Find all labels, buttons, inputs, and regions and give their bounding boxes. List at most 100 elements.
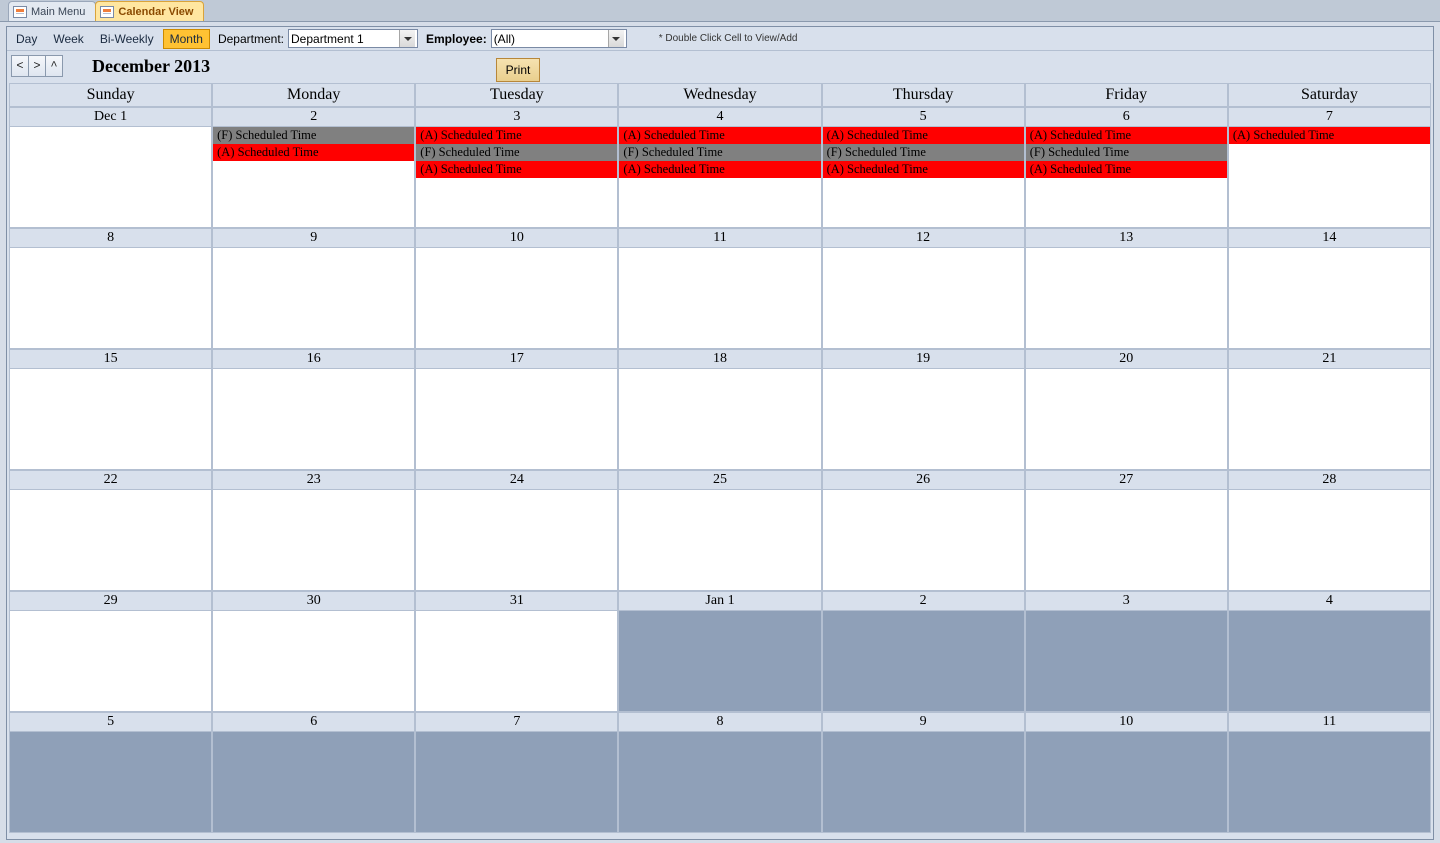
day-cell[interactable]: 28 — [1228, 470, 1431, 591]
day-cell[interactable]: 5 — [9, 712, 212, 833]
day-body[interactable]: (A) Scheduled Time(F) Scheduled Time(A) … — [416, 127, 617, 227]
scheduled-event[interactable]: (A) Scheduled Time — [619, 127, 820, 144]
view-day-button[interactable]: Day — [9, 29, 44, 49]
day-cell[interactable]: 11 — [1228, 712, 1431, 833]
day-body[interactable] — [213, 732, 414, 832]
day-body[interactable] — [10, 732, 211, 832]
day-body[interactable] — [1229, 490, 1430, 590]
day-cell[interactable]: 24 — [415, 470, 618, 591]
day-body[interactable] — [1229, 732, 1430, 832]
scheduled-event[interactable]: (F) Scheduled Time — [213, 127, 414, 144]
day-cell[interactable]: 3(A) Scheduled Time(F) Scheduled Time(A)… — [415, 107, 618, 228]
day-cell[interactable]: 10 — [415, 228, 618, 349]
day-cell[interactable]: 10 — [1025, 712, 1228, 833]
day-body[interactable] — [416, 248, 617, 348]
day-cell[interactable]: 5(A) Scheduled Time(F) Scheduled Time(A)… — [822, 107, 1025, 228]
day-body[interactable] — [213, 248, 414, 348]
day-body[interactable] — [1026, 369, 1227, 469]
day-cell[interactable]: 18 — [618, 349, 821, 470]
scheduled-event[interactable]: (A) Scheduled Time — [416, 161, 617, 178]
day-body[interactable]: (A) Scheduled Time(F) Scheduled Time(A) … — [823, 127, 1024, 227]
day-body[interactable] — [416, 732, 617, 832]
day-cell[interactable]: 13 — [1025, 228, 1228, 349]
day-cell[interactable]: 2 — [822, 591, 1025, 712]
day-body[interactable] — [823, 611, 1024, 711]
day-body[interactable]: (A) Scheduled Time — [1229, 127, 1430, 227]
day-body[interactable] — [1229, 369, 1430, 469]
day-cell[interactable]: 6(A) Scheduled Time(F) Scheduled Time(A)… — [1025, 107, 1228, 228]
day-body[interactable] — [1229, 611, 1430, 711]
day-body[interactable] — [1026, 490, 1227, 590]
day-cell[interactable]: 4(A) Scheduled Time(F) Scheduled Time(A)… — [618, 107, 821, 228]
day-cell[interactable]: 25 — [618, 470, 821, 591]
day-body[interactable] — [619, 732, 820, 832]
day-body[interactable] — [1026, 248, 1227, 348]
day-cell[interactable]: 15 — [9, 349, 212, 470]
employee-select[interactable]: (All) — [491, 29, 627, 48]
day-body[interactable] — [10, 248, 211, 348]
day-cell[interactable]: Dec 1 — [9, 107, 212, 228]
scheduled-event[interactable]: (F) Scheduled Time — [1026, 144, 1227, 161]
prev-month-button[interactable]: < — [11, 55, 29, 77]
view-month-button[interactable]: Month — [163, 29, 210, 49]
day-body[interactable] — [213, 490, 414, 590]
today-button[interactable]: ^ — [45, 55, 63, 77]
scheduled-event[interactable]: (A) Scheduled Time — [416, 127, 617, 144]
scheduled-event[interactable]: (F) Scheduled Time — [619, 144, 820, 161]
day-body[interactable] — [823, 732, 1024, 832]
day-body[interactable] — [823, 369, 1024, 469]
scheduled-event[interactable]: (A) Scheduled Time — [619, 161, 820, 178]
day-cell[interactable]: 6 — [212, 712, 415, 833]
day-cell[interactable]: 2(F) Scheduled Time(A) Scheduled Time — [212, 107, 415, 228]
day-cell[interactable]: 12 — [822, 228, 1025, 349]
scheduled-event[interactable]: (A) Scheduled Time — [213, 144, 414, 161]
day-cell[interactable]: 8 — [9, 228, 212, 349]
day-body[interactable] — [416, 369, 617, 469]
day-cell[interactable]: 20 — [1025, 349, 1228, 470]
scheduled-event[interactable]: (A) Scheduled Time — [1026, 161, 1227, 178]
day-body[interactable]: (F) Scheduled Time(A) Scheduled Time — [213, 127, 414, 227]
print-button[interactable]: Print — [496, 58, 540, 82]
day-body[interactable]: (A) Scheduled Time(F) Scheduled Time(A) … — [619, 127, 820, 227]
day-body[interactable] — [213, 369, 414, 469]
day-cell[interactable]: 30 — [212, 591, 415, 712]
day-cell[interactable]: 31 — [415, 591, 618, 712]
tab-calendar-view[interactable]: Calendar View — [95, 1, 204, 21]
day-cell[interactable]: 7(A) Scheduled Time — [1228, 107, 1431, 228]
day-cell[interactable]: 19 — [822, 349, 1025, 470]
day-cell[interactable]: 16 — [212, 349, 415, 470]
scheduled-event[interactable]: (F) Scheduled Time — [823, 144, 1024, 161]
scheduled-event[interactable]: (A) Scheduled Time — [823, 127, 1024, 144]
day-body[interactable] — [619, 369, 820, 469]
day-body[interactable] — [1026, 732, 1227, 832]
day-cell[interactable]: 4 — [1228, 591, 1431, 712]
day-body[interactable] — [416, 611, 617, 711]
day-cell[interactable]: 23 — [212, 470, 415, 591]
day-cell[interactable]: 3 — [1025, 591, 1228, 712]
scheduled-event[interactable]: (A) Scheduled Time — [1026, 127, 1227, 144]
day-cell[interactable]: 8 — [618, 712, 821, 833]
day-body[interactable] — [10, 490, 211, 590]
day-cell[interactable]: 14 — [1228, 228, 1431, 349]
day-cell[interactable]: Jan 1 — [618, 591, 821, 712]
day-body[interactable] — [619, 248, 820, 348]
day-cell[interactable]: 9 — [822, 712, 1025, 833]
day-body[interactable] — [619, 490, 820, 590]
day-cell[interactable]: 22 — [9, 470, 212, 591]
day-body[interactable] — [10, 369, 211, 469]
day-body[interactable] — [10, 127, 211, 227]
day-cell[interactable]: 11 — [618, 228, 821, 349]
day-cell[interactable]: 27 — [1025, 470, 1228, 591]
day-cell[interactable]: 9 — [212, 228, 415, 349]
scheduled-event[interactable]: (A) Scheduled Time — [823, 161, 1024, 178]
scheduled-event[interactable]: (F) Scheduled Time — [416, 144, 617, 161]
day-cell[interactable]: 21 — [1228, 349, 1431, 470]
scheduled-event[interactable]: (A) Scheduled Time — [1229, 127, 1430, 144]
day-cell[interactable]: 26 — [822, 470, 1025, 591]
day-body[interactable] — [619, 611, 820, 711]
day-body[interactable]: (A) Scheduled Time(F) Scheduled Time(A) … — [1026, 127, 1227, 227]
day-cell[interactable]: 17 — [415, 349, 618, 470]
day-body[interactable] — [10, 611, 211, 711]
day-body[interactable] — [416, 490, 617, 590]
next-month-button[interactable]: > — [28, 55, 46, 77]
